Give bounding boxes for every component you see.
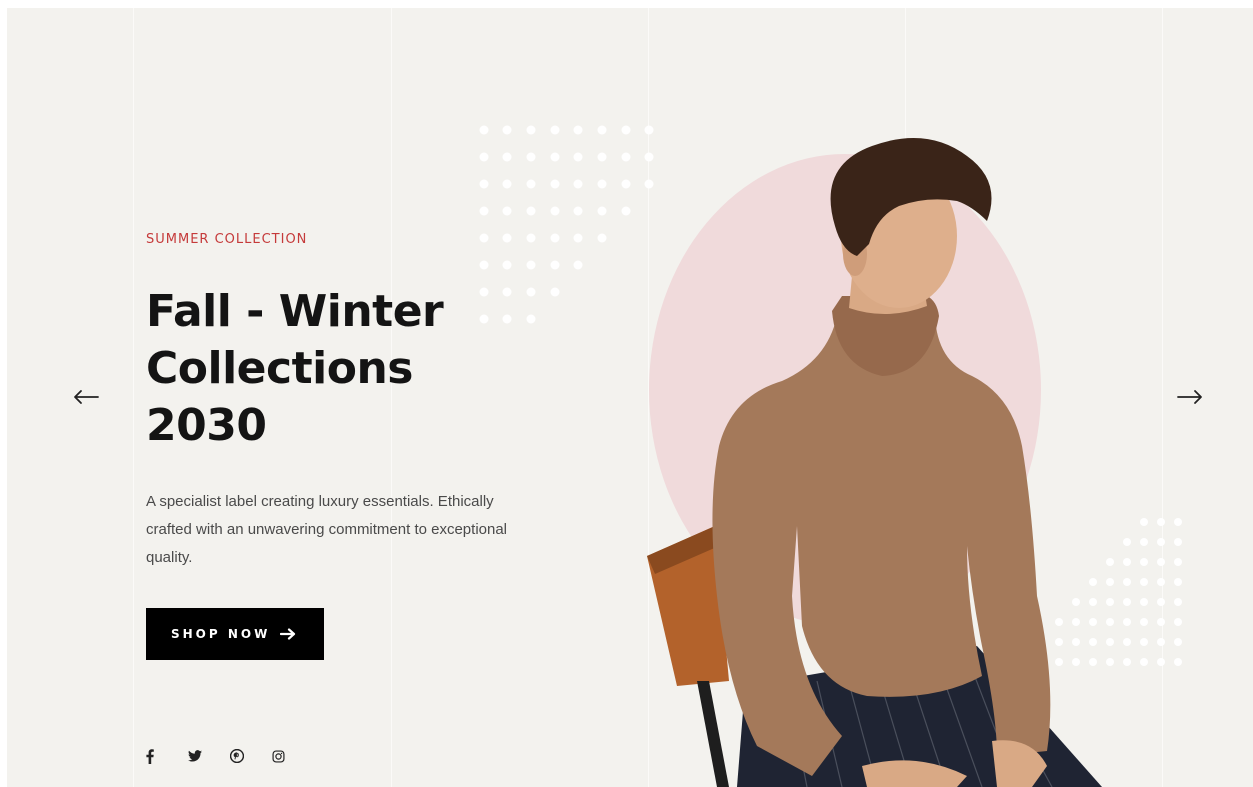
facebook-icon [146, 748, 154, 764]
arrow-right-icon [1177, 390, 1202, 404]
hero-kicker: Summer Collection [146, 232, 308, 247]
instagram-link[interactable] [272, 746, 314, 766]
hero-title-line-2: Collections 2030 [146, 343, 413, 451]
hero-title-line-1: Fall - Winter [146, 286, 444, 337]
arrow-right-icon [280, 628, 296, 640]
twitter-icon [188, 750, 202, 762]
social-links [146, 746, 314, 766]
instagram-icon [272, 749, 285, 763]
dot-pattern-bottom [1055, 518, 1182, 666]
carousel-next-button[interactable] [1172, 382, 1208, 412]
carousel-prev-button[interactable] [68, 382, 104, 412]
pinterest-icon [230, 749, 244, 763]
shop-now-label: Shop now [171, 627, 271, 641]
arrow-left-icon [74, 390, 99, 404]
hero-banner: Summer Collection Fall - Winter Collecti… [7, 8, 1253, 787]
twitter-link[interactable] [188, 746, 230, 766]
facebook-link[interactable] [146, 746, 188, 766]
shop-now-button[interactable]: Shop now [146, 608, 325, 660]
pinterest-link[interactable] [230, 746, 272, 766]
grid-line [133, 8, 134, 787]
model-photo [647, 138, 1102, 787]
hero-content: Summer Collection Fall - Winter Collecti… [146, 232, 666, 660]
hero-title: Fall - Winter Collections 2030 [146, 283, 506, 454]
hero-description: A specialist label creating luxury essen… [146, 493, 508, 566]
